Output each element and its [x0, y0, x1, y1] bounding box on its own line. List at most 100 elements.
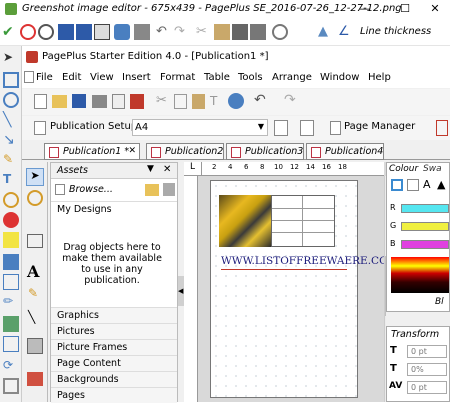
pdf-icon[interactable]: [130, 94, 144, 109]
browse-button[interactable]: Browse...: [55, 183, 125, 197]
save-doc-icon[interactable]: [72, 94, 86, 108]
close-tab-icon[interactable]: ✕: [128, 146, 136, 156]
delete-icon[interactable]: [232, 24, 248, 40]
slider-r[interactable]: [401, 204, 449, 213]
obfuscate-icon[interactable]: [3, 254, 19, 270]
menu-insert[interactable]: Insert: [122, 72, 151, 83]
panel-menu-icon[interactable]: ▼: [147, 164, 154, 174]
assets-tab[interactable]: Assets: [57, 165, 88, 176]
redo-doc-icon[interactable]: ↷: [284, 92, 296, 108]
page-manager-button[interactable]: Page Manager: [344, 121, 415, 132]
border-icon[interactable]: [3, 378, 19, 394]
print-doc-icon[interactable]: [92, 95, 107, 108]
menu-arrange[interactable]: Arrange: [272, 72, 312, 83]
new-icon[interactable]: [34, 94, 47, 109]
pencil-tool-icon[interactable]: ✎: [28, 286, 38, 300]
slider-g[interactable]: [401, 222, 449, 231]
picture-tool-icon[interactable]: [27, 372, 43, 386]
line-colour-icon[interactable]: [407, 179, 419, 191]
image-icon[interactable]: [3, 316, 19, 332]
line-tool-icon[interactable]: ╲: [28, 310, 35, 324]
ruler-origin[interactable]: L: [184, 162, 202, 176]
save-icon[interactable]: [58, 24, 74, 40]
redo-icon[interactable]: ↷: [174, 24, 190, 40]
text-icon[interactable]: T: [3, 172, 19, 188]
shape-tool-icon[interactable]: [27, 338, 43, 354]
fill-icon[interactable]: [391, 179, 403, 191]
table-tool-icon[interactable]: [27, 234, 43, 248]
settings-icon[interactable]: [38, 24, 54, 40]
highlight-icon[interactable]: [3, 232, 19, 248]
copy-icon[interactable]: [94, 24, 110, 40]
print-preview-icon[interactable]: [112, 94, 125, 109]
arrow-icon[interactable]: ↘: [3, 132, 19, 148]
cut-icon[interactable]: ✂: [196, 24, 212, 40]
colour-spectrum[interactable]: [391, 257, 449, 293]
menu-view[interactable]: View: [90, 72, 114, 83]
copy-doc-icon[interactable]: [174, 94, 187, 109]
slider-b[interactable]: [401, 240, 449, 249]
menu-help[interactable]: Help: [368, 72, 391, 83]
category-pages[interactable]: Pages: [51, 387, 177, 403]
category-page-content[interactable]: Page Content: [51, 355, 177, 371]
minimize-button[interactable]: —: [350, 0, 380, 18]
format-painter-icon[interactable]: T: [210, 94, 217, 108]
close-panel-icon[interactable]: ✕: [163, 164, 171, 175]
category-graphics[interactable]: Graphics: [51, 307, 177, 323]
upload-icon[interactable]: [114, 24, 130, 40]
line-color-icon[interactable]: ▲: [318, 24, 334, 40]
pointer-tool-icon[interactable]: ➤: [26, 168, 44, 186]
save-asset-icon[interactable]: [163, 183, 175, 196]
document-canvas[interactable]: L 2 4 6 8 10 12 14 16 18 WWW.LISTOFFREEW…: [184, 162, 398, 402]
text-colour-icon[interactable]: A: [423, 178, 431, 191]
print-icon[interactable]: [134, 24, 150, 40]
publication-setup-button[interactable]: Publication Setup: [50, 121, 137, 132]
page-layout-icon[interactable]: [274, 120, 288, 136]
pen-tool-icon[interactable]: ✏: [3, 294, 19, 310]
cursor-icon[interactable]: ➤: [3, 50, 19, 66]
pen-icon[interactable]: ∠: [338, 24, 354, 40]
transform-field-3[interactable]: 0 pt: [407, 381, 447, 394]
open-icon[interactable]: [52, 95, 67, 108]
web-icon[interactable]: [228, 93, 244, 109]
menu-file[interactable]: File: [36, 72, 53, 83]
page-size-icon[interactable]: [300, 120, 314, 136]
menu-format[interactable]: Format: [160, 72, 195, 83]
rectangle-icon[interactable]: [3, 72, 19, 88]
tab-publication1[interactable]: Publication1 * ✕: [44, 143, 140, 160]
tab-publication2[interactable]: Publication2: [146, 143, 224, 160]
menu-tools[interactable]: Tools: [238, 72, 263, 83]
category-backgrounds[interactable]: Backgrounds: [51, 371, 177, 387]
tab-publication3[interactable]: Publication3: [226, 143, 304, 160]
maximize-button[interactable]: ☐: [390, 0, 420, 18]
paste-doc-icon[interactable]: [192, 94, 205, 109]
transform-field-2[interactable]: 0%: [407, 363, 447, 376]
save-as-icon[interactable]: [76, 24, 92, 40]
counter-icon[interactable]: [3, 212, 19, 228]
cancel-icon[interactable]: [20, 24, 36, 40]
ruler-guides-icon[interactable]: [436, 120, 448, 136]
my-designs-header[interactable]: My Designs: [51, 201, 177, 217]
tab-swatches[interactable]: Swa: [423, 164, 442, 174]
ellipse-icon[interactable]: [3, 92, 19, 108]
document-page[interactable]: WWW.LISTOFFREEWAERE.COM: [210, 180, 398, 398]
duplicate-icon[interactable]: [250, 24, 266, 40]
menu-window[interactable]: Window: [320, 72, 359, 83]
menu-edit[interactable]: Edit: [62, 72, 81, 83]
table-frame[interactable]: [271, 195, 335, 247]
category-picture-frames[interactable]: Picture Frames: [51, 339, 177, 355]
transparency-icon[interactable]: ▲: [437, 178, 445, 191]
resize-icon[interactable]: [3, 336, 19, 352]
grid-icon[interactable]: [3, 274, 19, 290]
folder-icon[interactable]: [145, 184, 159, 196]
tab-publication4[interactable]: Publication4: [306, 143, 384, 160]
watermark-text[interactable]: WWW.LISTOFFREEWAERE.COM: [221, 255, 398, 267]
cut-doc-icon[interactable]: ✂: [156, 93, 167, 108]
tab-colour[interactable]: Colour: [389, 164, 419, 174]
crop-icon[interactable]: [272, 24, 288, 40]
page-size-select[interactable]: A4 ▼: [132, 119, 268, 136]
checkmark-icon[interactable]: ✔: [2, 24, 18, 40]
transform-field-1[interactable]: 0 pt: [407, 345, 447, 358]
undo-icon[interactable]: ↶: [156, 24, 172, 40]
category-pictures[interactable]: Pictures: [51, 323, 177, 339]
